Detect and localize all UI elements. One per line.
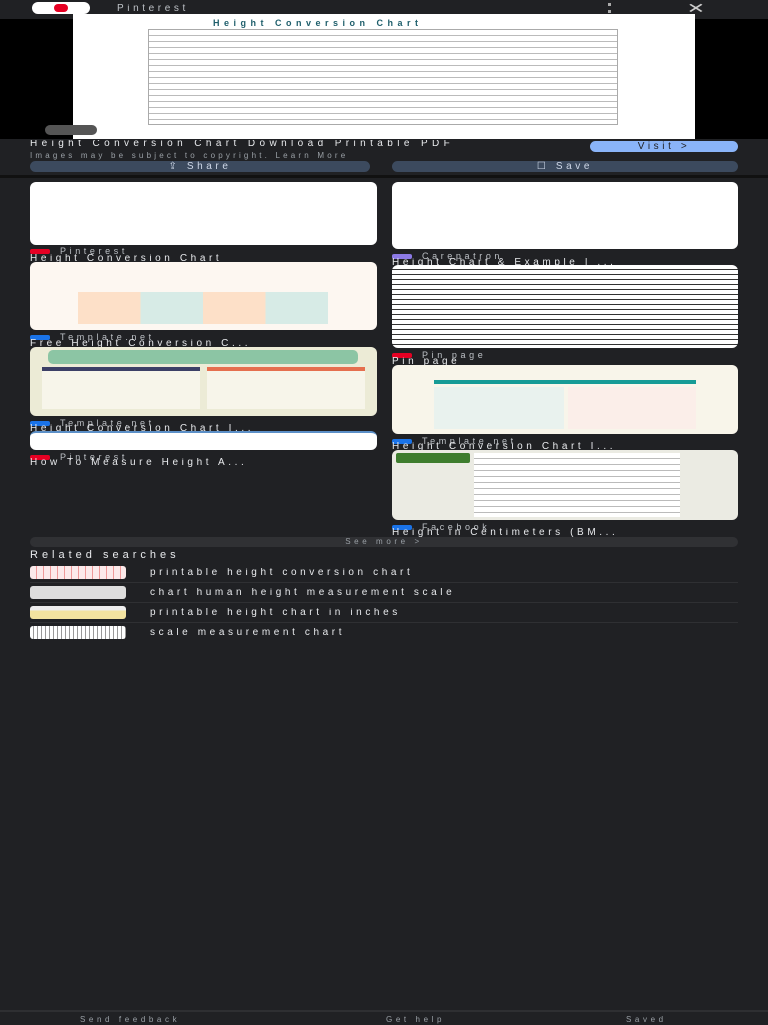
result-thumbnail[interactable] xyxy=(392,265,738,348)
result-thumbnail[interactable] xyxy=(30,182,377,245)
result-thumbnail[interactable] xyxy=(392,182,738,249)
more-vert-icon[interactable] xyxy=(608,3,611,13)
save-label: Save xyxy=(555,161,594,172)
related-search-item[interactable]: printable height conversion chart xyxy=(30,563,738,583)
related-thumbnail xyxy=(30,626,126,639)
related-search-item[interactable]: chart human height measurement scale xyxy=(30,583,738,603)
save-button[interactable]: ☐ Save xyxy=(392,161,738,172)
related-searches-heading: Related searches xyxy=(30,550,180,560)
result-title[interactable]: How To Measure Height A... xyxy=(30,458,247,468)
footer: Send feedback Get help Saved xyxy=(0,1010,768,1024)
see-more-button[interactable]: See more > xyxy=(30,537,738,547)
share-button[interactable]: ⇪ Share xyxy=(30,161,370,172)
result-thumbnail[interactable] xyxy=(392,365,738,434)
related-search-item[interactable]: printable height chart in inches xyxy=(30,603,738,623)
preview-image-title: Height Conversion Chart xyxy=(213,18,423,28)
lens-icon[interactable] xyxy=(45,125,97,135)
source-name[interactable]: Pinterest xyxy=(117,4,189,14)
related-thumbnail xyxy=(30,566,126,579)
divider xyxy=(0,175,768,178)
related-thumbnail xyxy=(30,606,126,619)
related-thumbnail xyxy=(30,586,126,599)
related-search-label: chart human height measurement scale xyxy=(150,588,456,598)
result-thumbnail[interactable] xyxy=(30,347,377,416)
related-search-item[interactable]: scale measurement chart xyxy=(30,623,738,643)
preview-image[interactable]: Height Conversion Chart xyxy=(73,14,695,139)
image-preview: Height Conversion Chart xyxy=(0,14,768,139)
result-thumbnail[interactable] xyxy=(392,450,738,520)
result-thumbnail[interactable] xyxy=(30,262,377,330)
related-search-label: scale measurement chart xyxy=(150,628,346,638)
result-title[interactable]: Height Conversion Chart Download Printab… xyxy=(30,140,550,148)
copyright-notice[interactable]: Images may be subject to copyright. Lear… xyxy=(30,151,348,161)
pinterest-logo xyxy=(32,2,90,14)
related-search-label: printable height conversion chart xyxy=(150,568,414,578)
preview-table xyxy=(148,29,618,125)
share-label: Share xyxy=(186,161,232,172)
related-search-label: printable height chart in inches xyxy=(150,608,401,618)
result-thumbnail[interactable] xyxy=(30,431,377,450)
visit-button[interactable]: Visit > xyxy=(590,141,738,152)
